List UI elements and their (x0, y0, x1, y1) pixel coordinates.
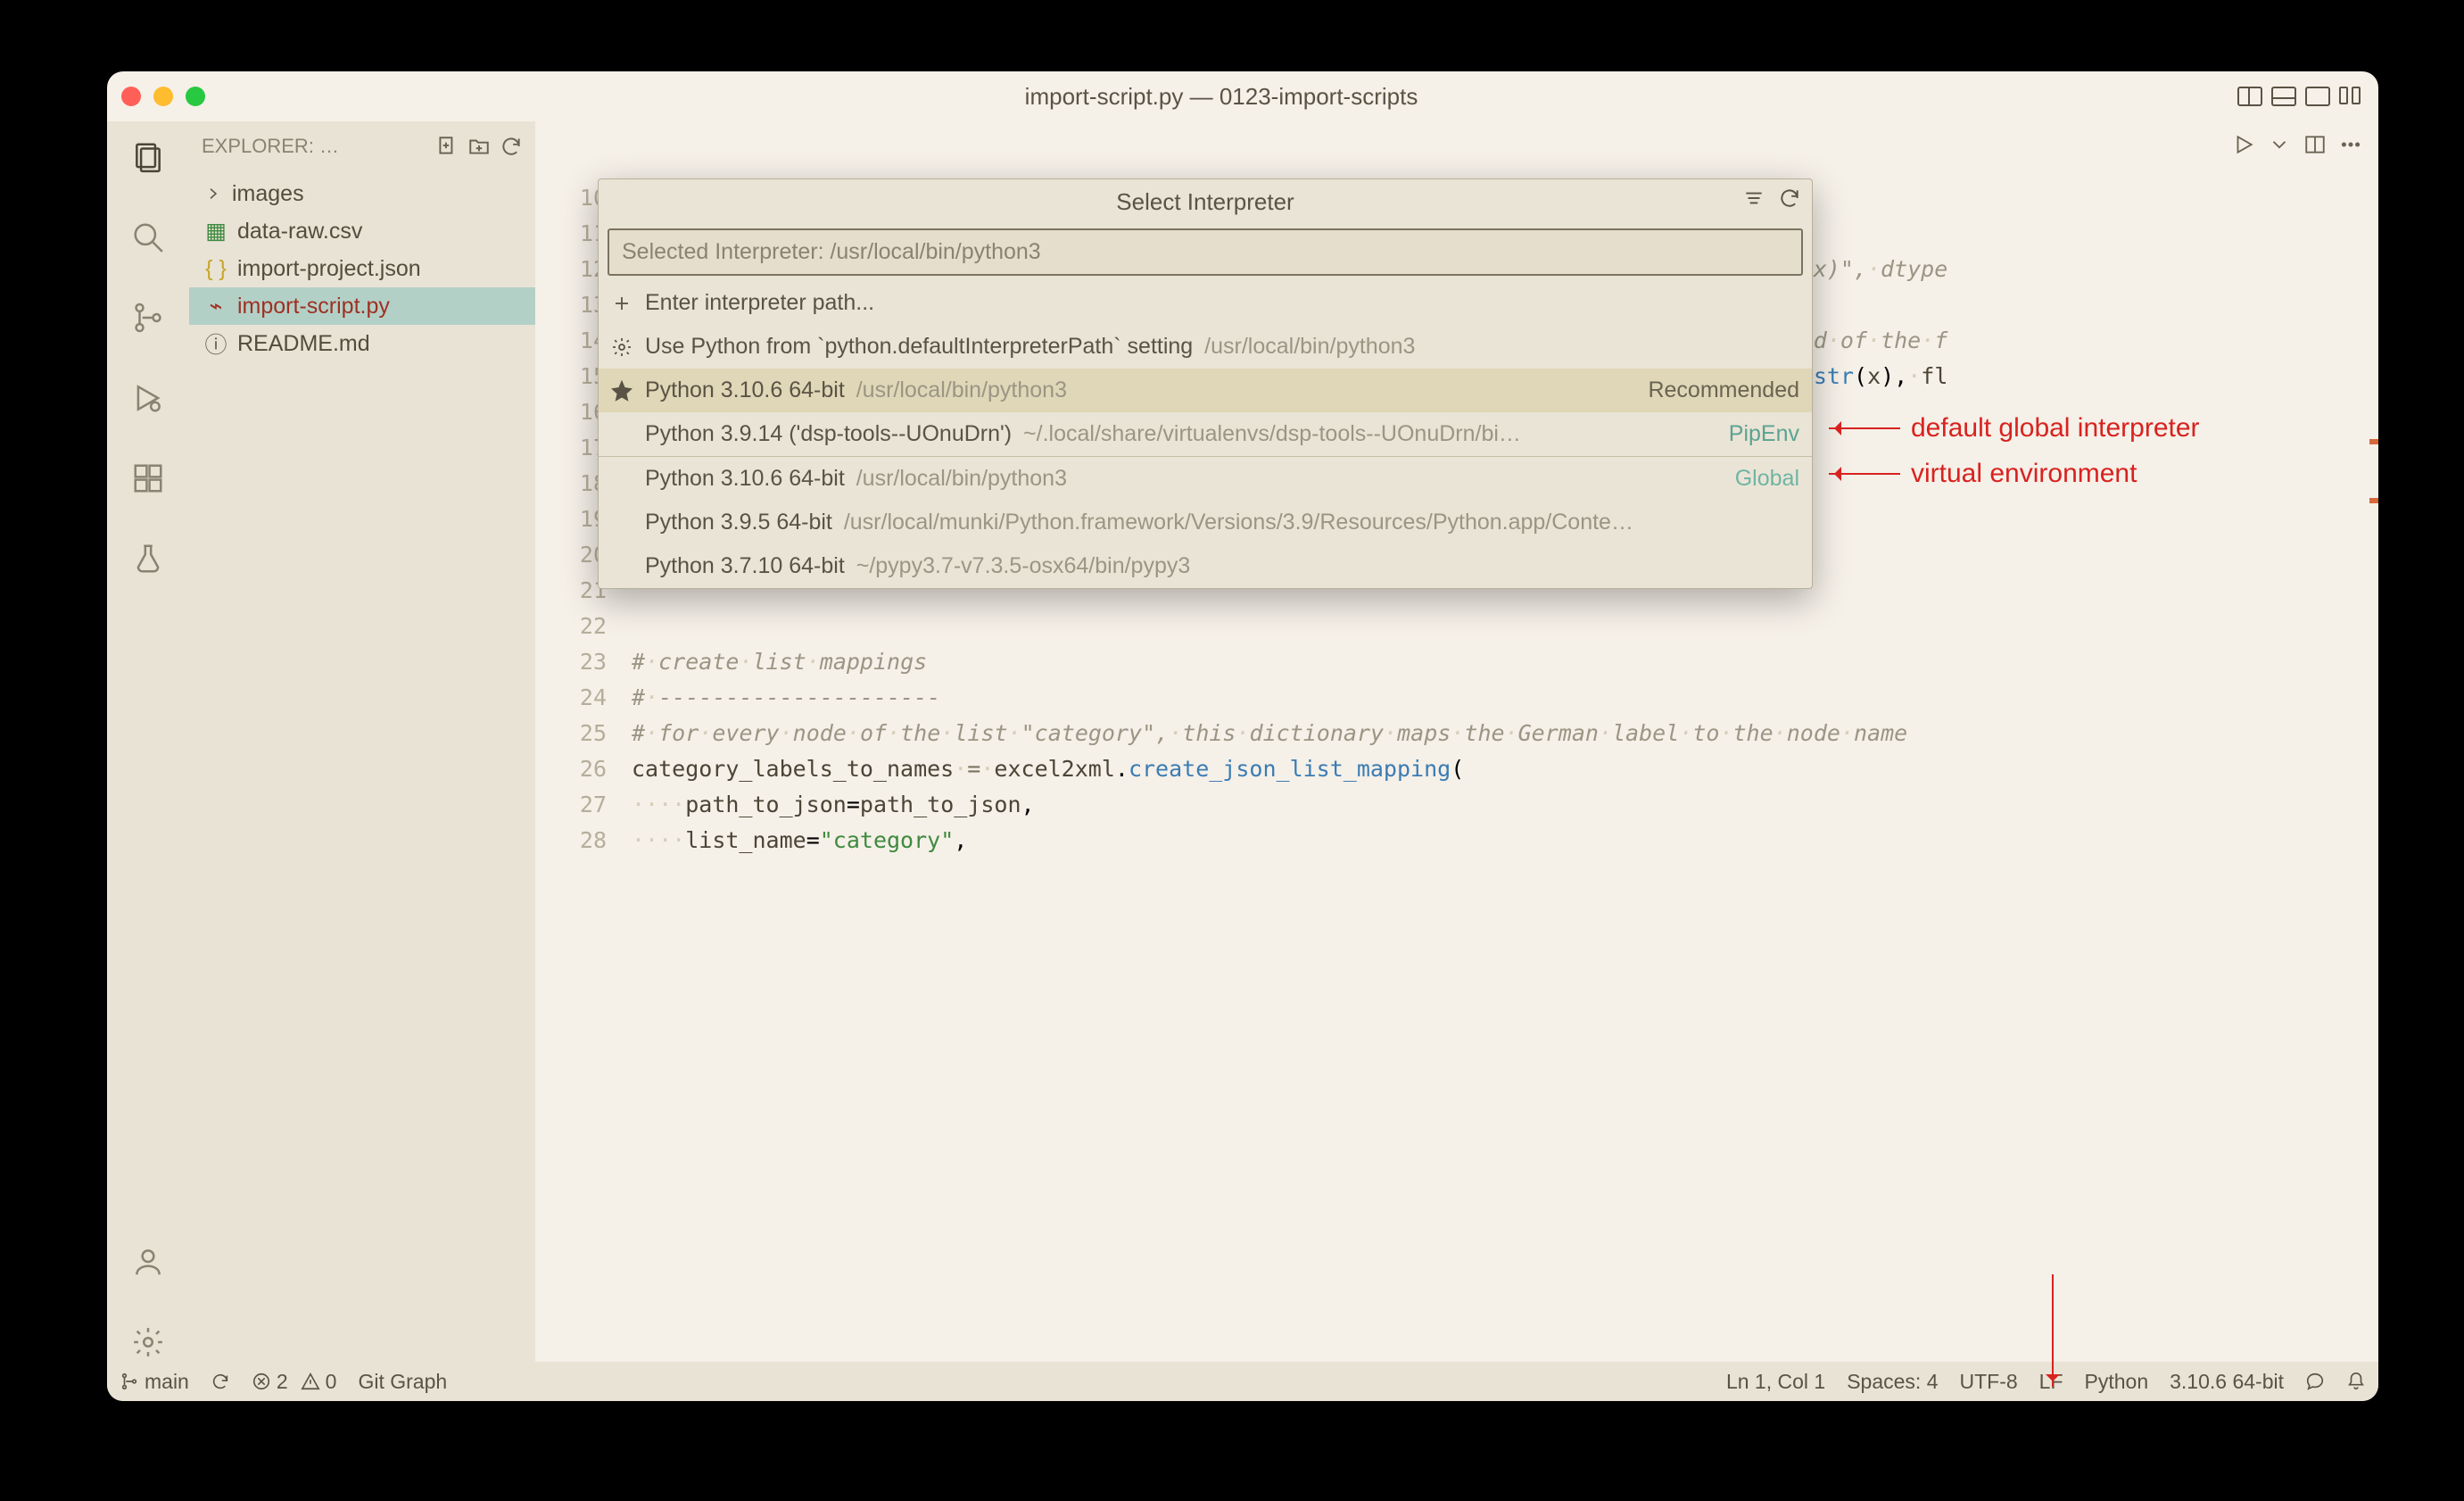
search-icon[interactable] (128, 218, 168, 257)
testing-icon[interactable] (128, 539, 168, 578)
more-actions-icon[interactable] (2339, 133, 2362, 161)
refresh-icon[interactable] (500, 135, 523, 158)
explorer-sidebar: EXPLORER: … images▦data-raw.csv{ }import… (189, 121, 535, 1362)
code-line: 24#·--------------------- (535, 680, 2378, 716)
git-branch-item[interactable]: main (120, 1370, 189, 1394)
file-item[interactable]: { }import-project.json (189, 250, 535, 287)
status-bar: main 2 0 Git Graph Ln 1, Col 1 Spaces: 4… (107, 1362, 2378, 1401)
titlebar: import-script.py — 0123-import-scripts (107, 71, 2378, 121)
maximize-window-button[interactable] (186, 87, 205, 106)
customize-layout-icon[interactable] (2339, 87, 2364, 106)
folder-item[interactable]: images (189, 175, 535, 212)
file-item[interactable]: ▦data-raw.csv (189, 212, 535, 250)
run-debug-icon[interactable] (128, 378, 168, 418)
quickpick-title: Select Interpreter (599, 179, 1812, 225)
minimize-window-button[interactable] (153, 87, 173, 106)
source-control-icon[interactable] (128, 298, 168, 337)
explorer-title: EXPLORER: … (202, 135, 426, 158)
settings-gear-icon[interactable] (128, 1323, 168, 1362)
select-interpreter-quickpick: Select Interpreter Selected Interpreter:… (598, 178, 1813, 589)
encoding-item[interactable]: UTF-8 (1960, 1370, 2018, 1394)
code-line: 23#·create·list·mappings (535, 644, 2378, 680)
code-line: 28····list_name="category", (535, 823, 2378, 858)
plus-icon (611, 293, 633, 314)
file-item[interactable]: ⓘREADME.md (189, 325, 535, 362)
sync-item[interactable] (211, 1372, 230, 1391)
file-item[interactable]: ⌁import-script.py (189, 287, 535, 325)
quickpick-input[interactable]: Selected Interpreter: /usr/local/bin/pyt… (608, 228, 1803, 276)
interpreter-option[interactable]: Python 3.9.14 ('dsp-tools--UOnuDrn') ~/.… (599, 412, 1812, 456)
interpreter-option[interactable]: Python 3.10.6 64-bit /usr/local/bin/pyth… (599, 369, 1812, 412)
interpreter-option[interactable]: Python 3.9.5 64-bit /usr/local/munki/Pyt… (599, 501, 1812, 544)
indentation-item[interactable]: Spaces: 4 (1847, 1370, 1938, 1394)
interpreter-option[interactable]: Python 3.10.6 64-bit /usr/local/bin/pyth… (599, 457, 1812, 501)
overview-ruler (2369, 439, 2378, 557)
vscode-window: import-script.py — 0123-import-scripts E… (107, 71, 2378, 1401)
new-file-icon[interactable] (435, 135, 459, 158)
language-mode-item[interactable]: Python (2085, 1370, 2149, 1394)
file-tree: images▦data-raw.csv{ }import-project.jso… (189, 171, 535, 366)
explorer-icon[interactable] (128, 137, 168, 177)
toggle-secondary-sidebar-icon[interactable] (2305, 87, 2330, 106)
run-dropdown-icon[interactable] (2268, 133, 2291, 161)
layout-controls (2237, 87, 2364, 106)
cursor-position-item[interactable]: Ln 1, Col 1 (1726, 1370, 1825, 1394)
interpreter-option[interactable]: Enter interpreter path... (599, 281, 1812, 325)
annotation-arrow-down (2052, 1274, 2054, 1387)
extensions-icon[interactable] (128, 459, 168, 498)
star-icon (611, 380, 633, 402)
close-window-button[interactable] (121, 87, 141, 106)
activity-bar (107, 121, 189, 1362)
interpreter-option[interactable]: Use Python from `python.defaultInterpret… (599, 325, 1812, 369)
editor-actions (535, 121, 2378, 171)
accounts-icon[interactable] (128, 1242, 168, 1281)
window-controls (121, 87, 205, 106)
code-line: 27····path_to_json=path_to_json, (535, 787, 2378, 823)
code-line: 25#·for·every·node·of·the·list·"category… (535, 716, 2378, 751)
gear-icon (611, 336, 633, 358)
code-line: 26category_labels_to_names·=·excel2xml.c… (535, 751, 2378, 787)
filter-icon[interactable] (1742, 187, 1765, 216)
toggle-primary-sidebar-icon[interactable] (2237, 87, 2262, 106)
problems-item[interactable]: 2 0 (252, 1370, 337, 1394)
notifications-icon[interactable] (2346, 1372, 2366, 1391)
refresh-interpreters-icon[interactable] (1778, 187, 1801, 216)
split-editor-icon[interactable] (2303, 133, 2327, 161)
annotation-virtual-env: virtual environment (1829, 459, 2137, 489)
code-line: 22 (535, 609, 2378, 644)
new-folder-icon[interactable] (467, 135, 491, 158)
annotation-default-interpreter: default global interpreter (1829, 413, 2200, 444)
toggle-panel-icon[interactable] (2271, 87, 2296, 106)
feedback-icon[interactable] (2305, 1372, 2325, 1391)
interpreter-option[interactable]: Python 3.7.10 64-bit ~/pypy3.7-v7.3.5-os… (599, 544, 1812, 588)
run-icon[interactable] (2232, 133, 2255, 161)
python-interpreter-item[interactable]: 3.10.6 64-bit (2170, 1370, 2284, 1394)
git-graph-item[interactable]: Git Graph (358, 1370, 447, 1394)
window-title: import-script.py — 0123-import-scripts (205, 83, 2237, 111)
explorer-header: EXPLORER: … (189, 121, 535, 171)
